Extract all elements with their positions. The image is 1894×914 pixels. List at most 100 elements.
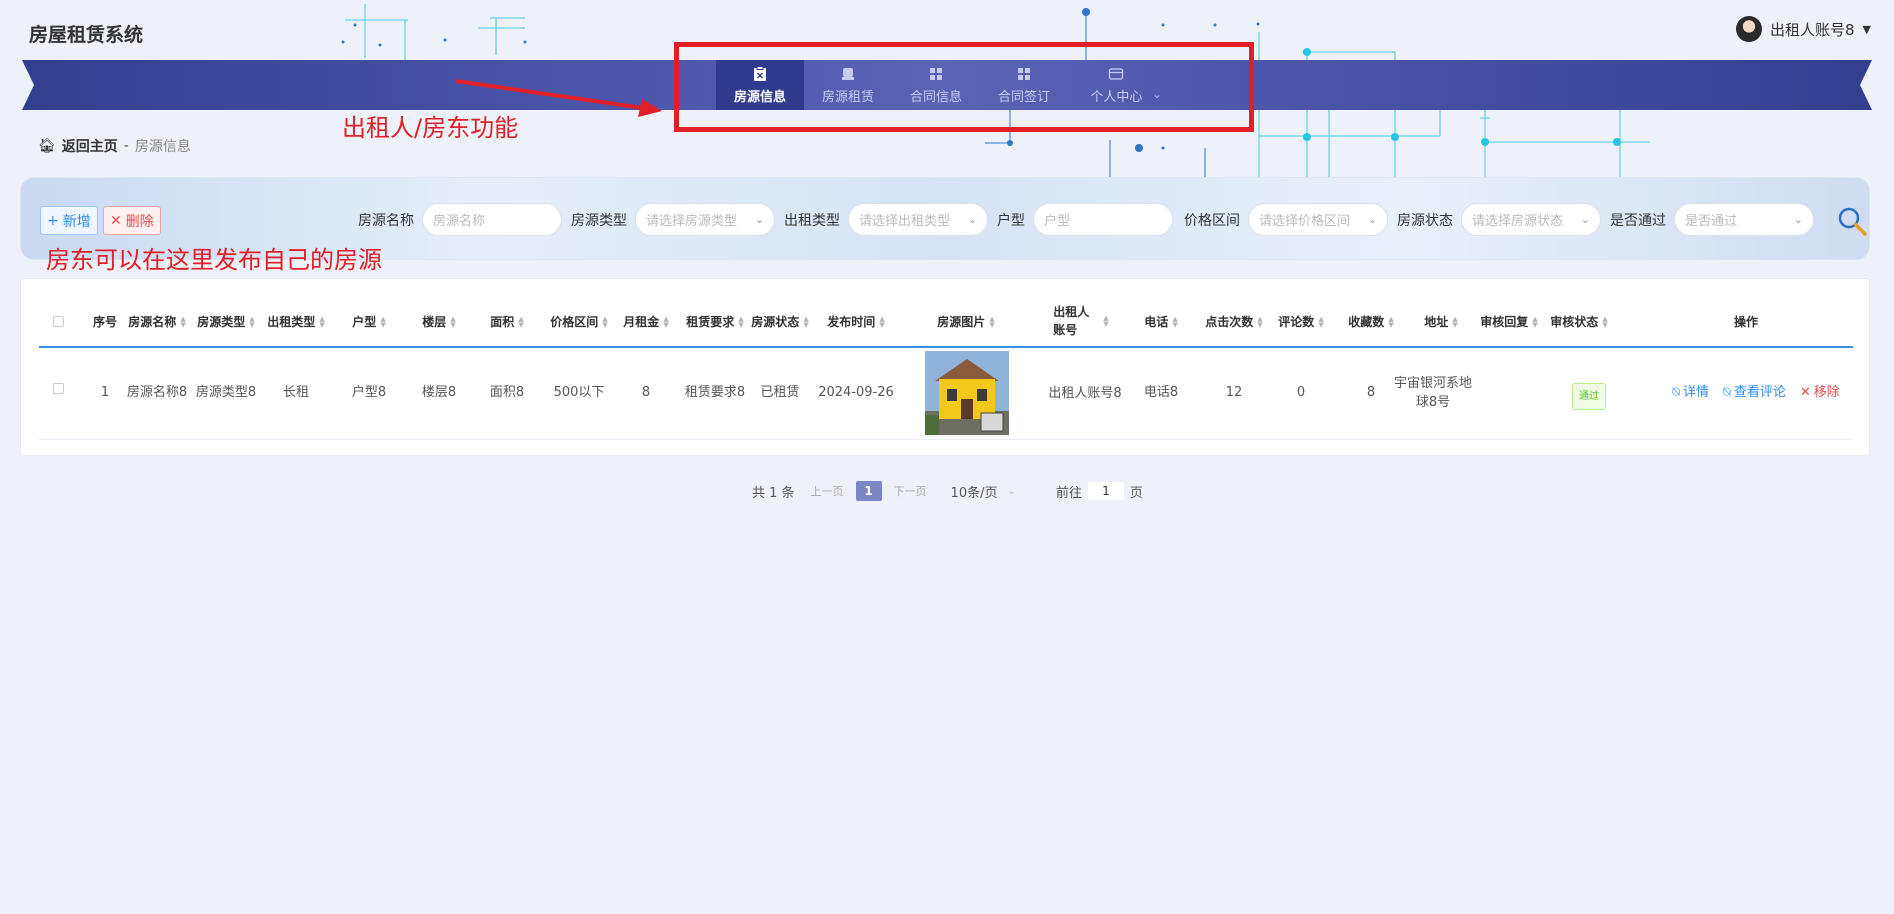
chevron-down-icon: ⌄ — [754, 213, 764, 226]
page-goto: 前往 页 — [1056, 482, 1143, 501]
col-layout[interactable]: 户型 ▲ ▼ — [339, 313, 399, 330]
sort-icon: ▲ ▼ — [1388, 314, 1394, 329]
cell-address: 宇宙银河系地球8号 — [1393, 376, 1472, 410]
sort-icon: ▲ ▼ — [180, 314, 186, 329]
highlight-box — [674, 42, 1254, 132]
search-icon[interactable] — [1836, 205, 1868, 237]
col-area[interactable]: 面积 ▲ ▼ — [477, 313, 537, 330]
remove-button[interactable]: ✕ 移除 — [1800, 383, 1840, 402]
sort-icon: ▲ ▼ — [1452, 314, 1458, 329]
page-size-select[interactable]: 10条/页 ⌄ — [951, 482, 1016, 501]
col-name[interactable]: 房源名称 ▲ ▼ — [121, 313, 193, 330]
sort-icon: ▲ ▼ — [380, 314, 386, 329]
col-actions: 操作 — [1733, 315, 1758, 329]
page-number-current[interactable]: 1 — [855, 481, 882, 501]
cell-phone: 电话8 — [1143, 385, 1179, 400]
house-status-select[interactable]: 请选择房源状态 ⌄ — [1461, 203, 1601, 236]
add-button[interactable]: + 新增 — [40, 206, 98, 235]
placeholder: 请选择房源类型 — [646, 214, 738, 229]
col-price-range[interactable]: 价格区间 ▲ ▼ — [537, 313, 621, 330]
col-image[interactable]: 房源图片 ▲ ▼ — [921, 313, 1011, 330]
sort-icon: ▲ ▼ — [319, 314, 325, 329]
col-rent-type[interactable]: 出租类型 ▲ ▼ — [261, 313, 331, 330]
nav-annotation: 出租人/房东功能 — [342, 114, 519, 142]
col-monthly-rent[interactable]: 月租金 ▲ ▼ — [611, 313, 681, 330]
goto-prefix: 前往 — [1055, 485, 1082, 501]
filter-label-name: 房源名称 — [358, 212, 414, 229]
col-status[interactable]: 房源状态 ▲ ▼ — [745, 313, 815, 330]
house-table: 序号 房源名称 ▲ ▼ 房源类型 ▲ ▼ 出租类型 ▲ ▼ 户型 ▲ ▼ 楼层 ▲ ▼ 面积 ▲ ▼ 价… — [20, 278, 1870, 456]
pagination-total: 共 1 条 — [752, 485, 795, 501]
sort-icon: ▲ ▼ — [1318, 314, 1324, 329]
sort-icon: ▲ ▼ — [1103, 314, 1109, 328]
detail-button[interactable]: ⍉ 详情 — [1672, 383, 1709, 402]
filter-label-approved: 是否通过 — [1610, 212, 1666, 229]
user-menu[interactable]: 出租人账号8 ▼ — [1735, 16, 1871, 42]
cell-index: 1 — [100, 385, 110, 400]
breadcrumb-separator: - — [123, 138, 129, 154]
col-favorites[interactable]: 收藏数 ▲ ▼ — [1331, 313, 1411, 330]
placeholder: 请选择价格区间 — [1259, 214, 1351, 229]
sort-icon: ▲ ▼ — [738, 314, 744, 329]
next-page-button[interactable]: 下一页 — [894, 483, 927, 499]
link-icon: ⍉ — [1672, 385, 1681, 400]
col-house-type[interactable]: 房源类型 ▲ ▼ — [191, 313, 261, 330]
select-all-checkbox[interactable] — [51, 316, 65, 327]
chevron-down-icon: ⌄ — [1793, 213, 1803, 226]
col-phone[interactable]: 电话 ▲ ▼ — [1131, 313, 1191, 330]
sort-icon: ▲ ▼ — [1602, 314, 1608, 329]
cell-house-type: 房源类型8 — [195, 385, 257, 400]
view-comments-button[interactable]: ⍉ 查看评论 — [1723, 383, 1786, 402]
link-icon: ⍉ — [1723, 385, 1731, 400]
goto-page-input[interactable] — [1087, 482, 1124, 500]
sort-icon: ▲ ▼ — [663, 314, 669, 329]
approved-select[interactable]: 是否通过 ⌄ — [1674, 203, 1814, 236]
filter-label-status: 房源状态 — [1397, 212, 1453, 229]
cell-actions: ⍉ 详情 ⍉ 查看评论 ✕ 移除 — [1633, 383, 1879, 402]
pagination: 共 1 条 上一页 1 下一页 10条/页 ⌄ 前往 页 — [752, 481, 1143, 501]
house-name-input[interactable]: 房源名称 — [422, 203, 562, 236]
cell-name: 房源名称8 — [126, 385, 188, 400]
col-comments[interactable]: 评论数 ▲ ▼ — [1261, 313, 1341, 330]
delete-button-label: 删除 — [125, 213, 154, 230]
col-review-status[interactable]: 审核状态 ▲ ▼ — [1531, 313, 1627, 330]
cell-requirement: 租赁要求8 — [684, 385, 746, 400]
row-checkbox[interactable] — [51, 383, 65, 394]
delete-button[interactable]: ✕ 删除 — [103, 206, 161, 235]
prev-page-button[interactable]: 上一页 — [811, 483, 844, 499]
cell-comments: 0 — [1296, 385, 1306, 400]
close-icon: ✕ — [110, 212, 122, 229]
filter-label-layout: 户型 — [997, 212, 1025, 229]
app-title: 房屋租赁系统 — [29, 24, 144, 46]
header-divider — [39, 346, 1853, 348]
chevron-down-icon: ⌄ — [1367, 213, 1377, 226]
row-divider — [39, 439, 1853, 440]
placeholder: 请选择出租类型 — [859, 214, 951, 229]
sort-icon: ▲ ▼ — [989, 314, 995, 329]
placeholder: 请选择房源状态 — [1472, 214, 1564, 229]
publish-annotation: 房东可以在这里发布自己的房源 — [46, 246, 382, 274]
filter-label-rent-type: 出租类型 — [784, 212, 840, 229]
layout-input[interactable]: 户型 — [1033, 203, 1173, 236]
breadcrumb-home[interactable]: 返回主页 — [62, 136, 118, 156]
rent-type-select[interactable]: 请选择出租类型 ⌄ — [848, 203, 988, 236]
house-type-select[interactable]: 请选择房源类型 ⌄ — [635, 203, 775, 236]
placeholder: 户型 — [1044, 214, 1071, 229]
page-size-label: 10条/页 — [950, 485, 998, 501]
cell-image[interactable] — [925, 351, 1009, 435]
cell-status: 已租赁 — [760, 385, 800, 400]
sort-icon: ▲ ▼ — [879, 314, 885, 329]
cell-floor: 楼层8 — [421, 385, 457, 400]
placeholder: 房源名称 — [433, 214, 486, 229]
chevron-down-icon: ⌄ — [967, 213, 977, 226]
col-owner-account[interactable]: 出租人账号 ▲ ▼ — [1045, 303, 1117, 339]
cell-rent-type: 长租 — [282, 385, 309, 400]
col-requirement[interactable]: 租赁要求 ▲ ▼ — [675, 313, 755, 330]
user-name: 出租人账号8 — [1769, 20, 1855, 39]
avatar — [1735, 16, 1762, 42]
cell-monthly-rent: 8 — [641, 385, 651, 400]
col-floor[interactable]: 楼层 ▲ ▼ — [409, 313, 469, 330]
col-publish-time[interactable]: 发布时间 ▲ ▼ — [811, 313, 901, 330]
breadcrumb-current: 房源信息 — [134, 139, 191, 155]
price-range-select[interactable]: 请选择价格区间 ⌄ — [1248, 203, 1388, 236]
